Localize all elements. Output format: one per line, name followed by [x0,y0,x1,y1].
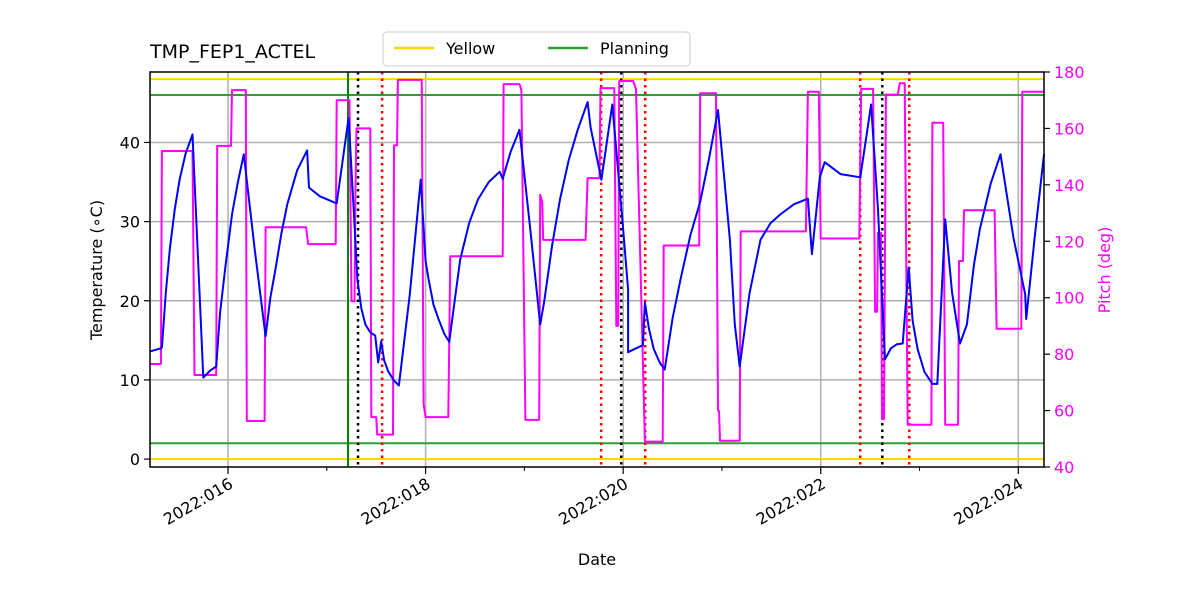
x-tick-label: 2022:024 [950,474,1026,529]
y2-tick-label: 80 [1054,345,1074,364]
x-tick-label: 2022:018 [358,474,434,529]
x-tick-label: 2022:022 [753,474,829,529]
y2-tick-label: 140 [1054,176,1085,195]
y-tick-label: 10 [120,371,140,390]
plot-area [149,71,1045,468]
y2-tick-label: 160 [1054,119,1085,138]
y2-tick-label: 120 [1054,232,1085,251]
x-axis-title: Date [578,550,616,569]
y2-tick-label: 180 [1054,63,1085,82]
y2-axis-title: Pitch (deg) [1095,227,1114,314]
y-axis-title: Temperature (∘C) [87,200,106,341]
x-tick-label: 2022:016 [160,474,236,529]
y-axis-left: 0 10 20 30 40 [120,133,150,469]
y-axis-right: 40 60 80 100 120 140 160 180 [1044,63,1085,477]
y-tick-label: 0 [130,450,140,469]
vertical-markers [347,72,911,467]
legend-label-yellow: Yellow [445,39,495,58]
y2-tick-label: 40 [1054,458,1074,477]
y-tick-label: 20 [120,292,140,311]
x-axis: 2022:016 2022:018 2022:020 2022:022 2022:024 [160,467,1026,529]
x-tick-label: 2022:020 [555,474,631,529]
legend-label-planning: Planning [600,39,669,58]
chart: TMP_FEP1_ACTEL Yellow Planning 2022:016 2… [87,31,1114,569]
y2-tick-label: 60 [1054,402,1074,421]
y-tick-label: 30 [120,213,140,232]
chart-title: TMP_FEP1_ACTEL [149,41,315,63]
y-tick-label: 40 [120,133,140,152]
y2-tick-label: 100 [1054,289,1085,308]
legend: Yellow Planning [382,31,691,67]
